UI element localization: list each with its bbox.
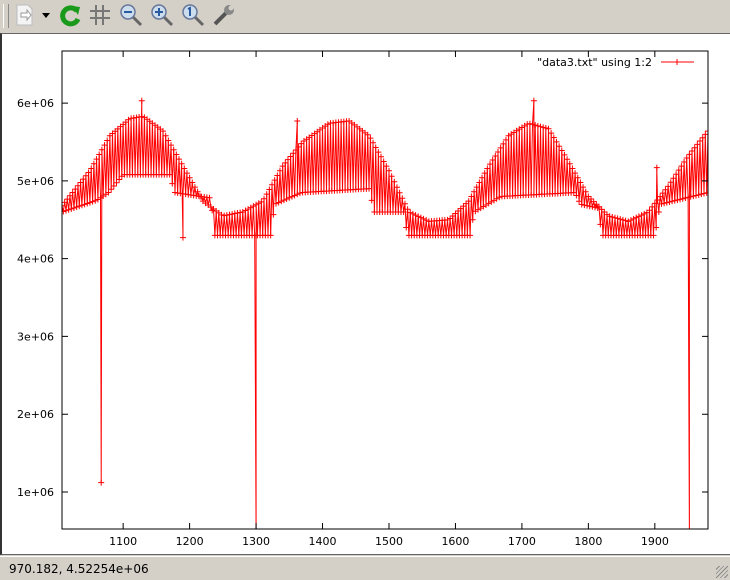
chart: 1100 1200 1300 1400 1500 1600 1700 1800 1900 1e+0… [17,50,709,548]
x-tick-label: 1400 [309,535,337,548]
toolbar-grip[interactable] [3,4,9,28]
y-tick-label: 3e+06 [17,330,54,343]
cursor-coordinates: 970.182, 4.52254e+06 [9,562,149,576]
x-tick-label: 1200 [176,535,204,548]
grid-icon[interactable] [88,3,112,27]
y-tick-label: 5e+06 [17,175,54,188]
data-point [695,191,702,198]
data-point [653,164,660,171]
x-tick-label: 1300 [242,535,270,548]
plot-canvas[interactable]: 1100 1200 1300 1400 1500 1600 1700 1800 1900 1e+0… [0,33,730,555]
y-tick-label: 4e+06 [17,253,54,266]
plot-border [61,50,709,530]
data-point [98,479,105,486]
status-bar: 970.182, 4.52254e+06 [0,556,730,580]
data-point [267,232,274,239]
settings-wrench-icon[interactable] [212,3,236,27]
data-point [138,97,145,104]
y-tick-label: 1e+06 [17,486,54,499]
data-point [686,536,692,542]
data-point [687,193,694,200]
x-tick-label: 1100 [109,535,137,548]
resize-grip[interactable] [716,566,728,578]
data-point [138,113,145,120]
data-point [534,122,541,129]
data-point [683,155,690,162]
x-tick-label: 1500 [375,535,403,548]
zoom-out-icon[interactable] [119,3,143,27]
legend-label: "data3.txt" using 1:2 [537,56,652,69]
zoom-reset-icon[interactable] [181,3,205,27]
x-tick-label: 1900 [641,535,669,548]
toolbar [0,0,730,31]
data-point [179,234,186,241]
zoom-in-icon[interactable] [150,3,174,27]
data-point [545,125,552,132]
data-point [530,97,537,104]
y-tick-label: 6e+06 [17,97,54,110]
x-tick-label: 1700 [508,535,536,548]
export-icon[interactable] [13,3,37,27]
data-point [294,117,301,124]
legend-marker-sample [674,59,680,65]
data-point [209,207,216,214]
data-point [250,203,257,210]
x-tick-label: 1600 [441,535,469,548]
data-point [532,122,539,129]
data-point [703,189,708,196]
replot-icon[interactable] [58,3,82,27]
y-tick-label: 2e+06 [17,408,54,421]
x-tick-label: 1800 [574,535,602,548]
dropdown-arrow-icon[interactable] [39,3,53,27]
data-point [96,151,103,158]
